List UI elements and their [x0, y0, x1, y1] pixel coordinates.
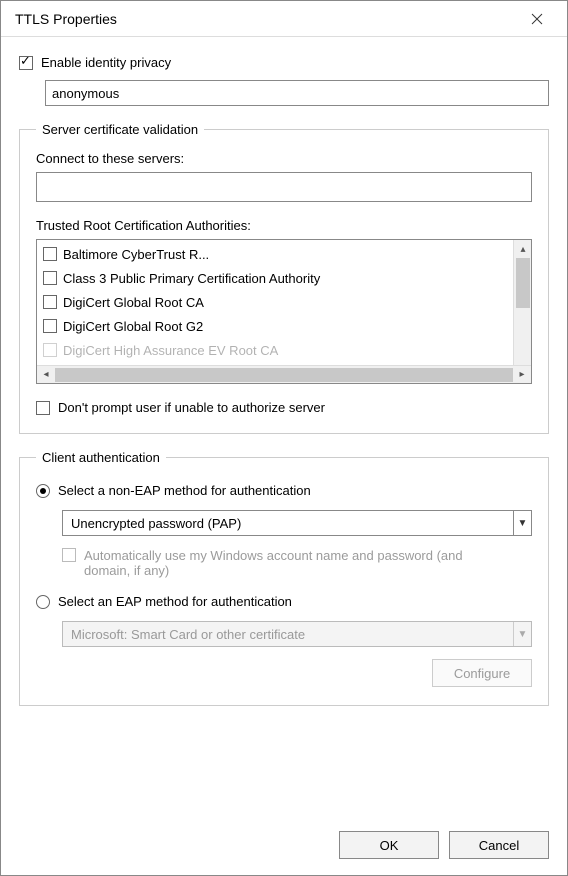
scrollbar-thumb[interactable]: [55, 368, 513, 382]
ca-item-checkbox[interactable]: [43, 271, 57, 285]
eap-radio[interactable]: [36, 595, 50, 609]
eap-radio-label: Select an EAP method for authentication: [58, 594, 292, 609]
titlebar: TTLS Properties: [1, 1, 567, 37]
ca-item-checkbox[interactable]: [43, 247, 57, 261]
list-item[interactable]: DigiCert High Assurance EV Root CA: [43, 338, 513, 362]
non-eap-radio-label: Select a non-EAP method for authenticati…: [58, 483, 311, 498]
ca-item-checkbox[interactable]: [43, 319, 57, 333]
list-item[interactable]: DigiCert Global Root G2: [43, 314, 513, 338]
ca-item-label: Baltimore CyberTrust R...: [63, 247, 209, 262]
close-icon: [531, 13, 543, 25]
dont-prompt-checkbox[interactable]: [36, 401, 50, 415]
non-eap-method-value: Unencrypted password (PAP): [63, 516, 513, 531]
auto-windows-credentials-label: Automatically use my Windows account nam…: [84, 548, 464, 578]
trusted-ca-items: Baltimore CyberTrust R... Class 3 Public…: [37, 240, 513, 365]
server-cert-validation-legend: Server certificate validation: [36, 122, 204, 137]
list-item[interactable]: Baltimore CyberTrust R...: [43, 242, 513, 266]
eap-method-value: Microsoft: Smart Card or other certifica…: [63, 627, 513, 642]
connect-servers-label: Connect to these servers:: [36, 151, 532, 166]
cancel-button[interactable]: Cancel: [449, 831, 549, 859]
enable-identity-privacy-label: Enable identity privacy: [41, 55, 171, 70]
chevron-left-icon[interactable]: ◂: [37, 366, 55, 384]
identity-privacy-input[interactable]: [45, 80, 549, 106]
non-eap-radio[interactable]: [36, 484, 50, 498]
enable-identity-privacy-checkbox[interactable]: [19, 56, 33, 70]
non-eap-method-dropdown[interactable]: Unencrypted password (PAP) ▼: [62, 510, 532, 536]
horizontal-scrollbar[interactable]: ◂ ▸: [37, 365, 531, 383]
dialog-button-row: OK Cancel: [1, 819, 567, 875]
chevron-down-icon: ▼: [513, 622, 531, 646]
list-item[interactable]: Class 3 Public Primary Certification Aut…: [43, 266, 513, 290]
scrollbar-thumb[interactable]: [516, 258, 530, 308]
client-authentication-group: Client authentication Select a non-EAP m…: [19, 450, 549, 706]
chevron-up-icon[interactable]: ▴: [514, 240, 531, 258]
client-authentication-legend: Client authentication: [36, 450, 166, 465]
ca-item-checkbox[interactable]: [43, 343, 57, 357]
list-item[interactable]: DigiCert Global Root CA: [43, 290, 513, 314]
ca-item-label: DigiCert Global Root CA: [63, 295, 204, 310]
ca-item-checkbox[interactable]: [43, 295, 57, 309]
ca-item-label: DigiCert High Assurance EV Root CA: [63, 343, 278, 358]
trusted-ca-listbox[interactable]: Baltimore CyberTrust R... Class 3 Public…: [36, 239, 532, 384]
ttls-properties-dialog: TTLS Properties Enable identity privacy …: [0, 0, 568, 876]
ca-item-label: DigiCert Global Root G2: [63, 319, 203, 334]
server-cert-validation-group: Server certificate validation Connect to…: [19, 122, 549, 434]
ok-button[interactable]: OK: [339, 831, 439, 859]
trusted-ca-label: Trusted Root Certification Authorities:: [36, 218, 532, 233]
enable-identity-privacy-row: Enable identity privacy: [19, 55, 549, 70]
chevron-right-icon[interactable]: ▸: [513, 366, 531, 384]
ca-item-label: Class 3 Public Primary Certification Aut…: [63, 271, 320, 286]
auto-windows-credentials-checkbox: [62, 548, 76, 562]
eap-method-dropdown: Microsoft: Smart Card or other certifica…: [62, 621, 532, 647]
dont-prompt-label: Don't prompt user if unable to authorize…: [58, 400, 325, 415]
configure-button: Configure: [432, 659, 532, 687]
chevron-down-icon[interactable]: ▼: [513, 511, 531, 535]
window-title: TTLS Properties: [15, 11, 517, 27]
vertical-scrollbar[interactable]: ▴: [513, 240, 531, 365]
connect-servers-input[interactable]: [36, 172, 532, 202]
close-button[interactable]: [517, 4, 557, 34]
